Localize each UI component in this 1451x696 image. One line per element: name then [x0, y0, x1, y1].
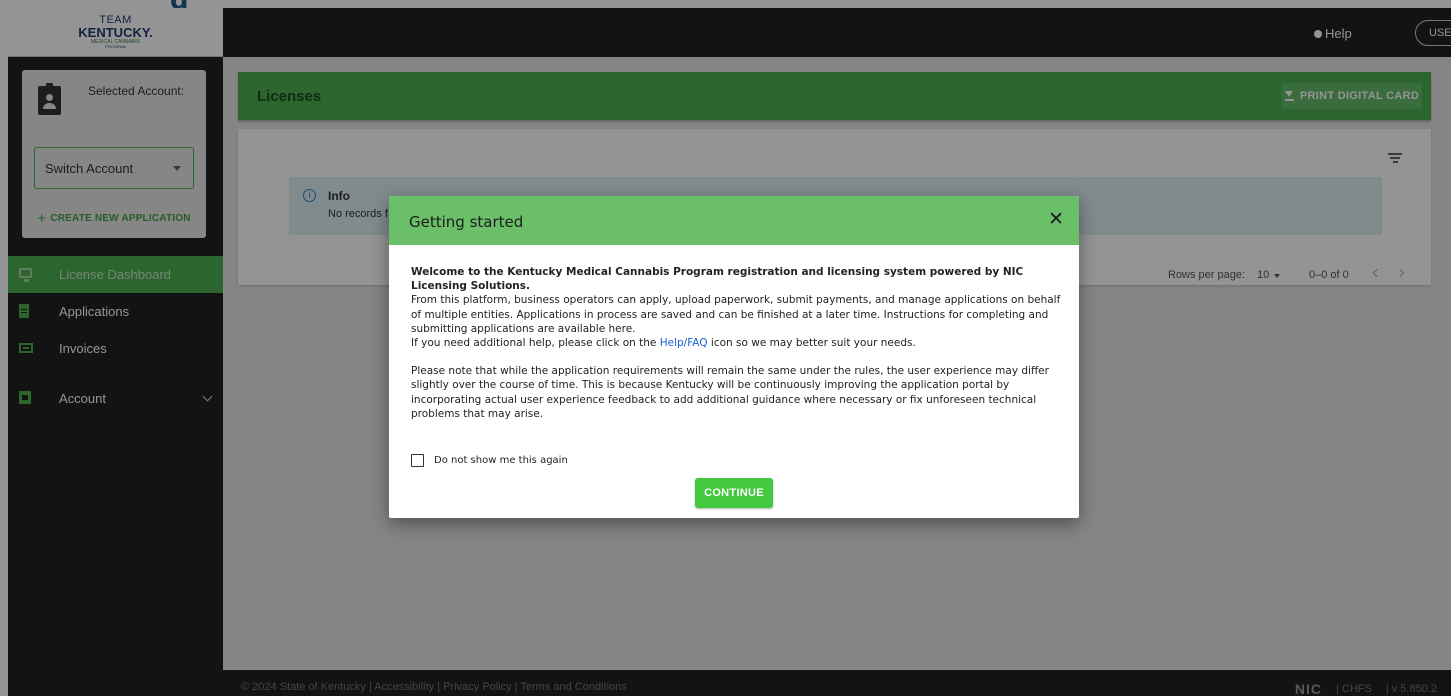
do-not-show-again-label[interactable]: Do not show me this again	[434, 455, 568, 466]
dialog-note-paragraph: Please note that while the application r…	[411, 365, 1049, 420]
dialog-paragraph: From this platform, business operators c…	[411, 294, 1061, 335]
do-not-show-again-row[interactable]: Do not show me this again	[411, 454, 568, 467]
help-text-prefix: If you need additional help, please clic…	[411, 337, 660, 350]
dialog-body: Welcome to the Kentucky Medical Cannabis…	[411, 265, 1061, 421]
getting-started-dialog: Getting started ✕ Welcome to the Kentuck…	[389, 196, 1079, 518]
help-faq-link[interactable]: Help/FAQ	[660, 337, 708, 349]
help-paragraph: If you need additional help, please clic…	[411, 336, 1061, 350]
help-text-suffix: icon so we may better suit your needs.	[707, 337, 916, 350]
dialog-header: Getting started ✕	[389, 196, 1079, 245]
do-not-show-again-checkbox[interactable]	[411, 454, 424, 467]
dialog-title: Getting started	[409, 213, 524, 231]
close-icon[interactable]: ✕	[1048, 208, 1064, 231]
welcome-heading: Welcome to the Kentucky Medical Cannabis…	[411, 266, 1024, 293]
continue-button[interactable]: CONTINUE	[695, 478, 773, 508]
